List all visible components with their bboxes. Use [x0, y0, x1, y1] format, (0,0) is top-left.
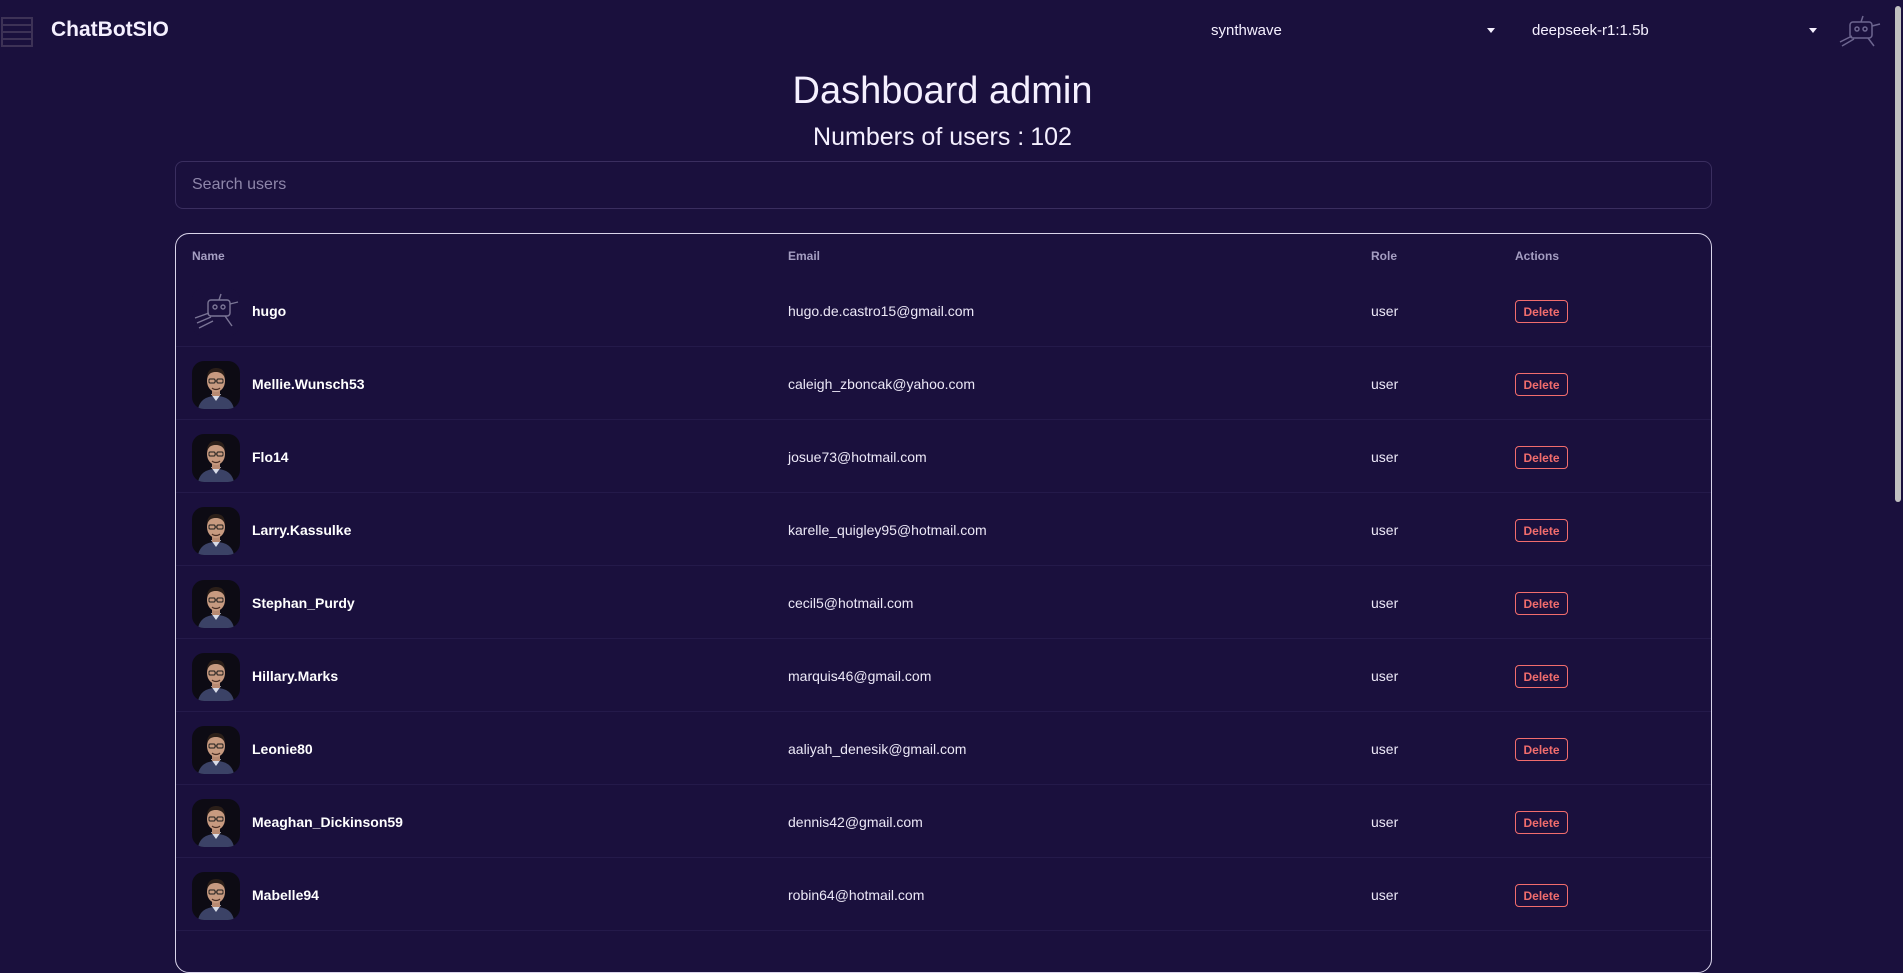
model-select[interactable]: deepseek-r1:1.5b	[1532, 18, 1817, 46]
search-users-input[interactable]	[175, 161, 1712, 209]
user-email: josue73@hotmail.com	[788, 449, 927, 465]
model-select-value: deepseek-r1:1.5b	[1532, 22, 1649, 39]
chevron-down-icon	[1809, 28, 1817, 33]
column-header-name: Name	[192, 249, 225, 263]
avatar-image	[192, 653, 240, 701]
user-avatar-robot-icon[interactable]	[1838, 12, 1882, 52]
avatar	[192, 872, 240, 920]
delete-user-button[interactable]: Delete	[1515, 738, 1568, 761]
scrollbar-thumb[interactable]	[1895, 6, 1901, 502]
avatar	[192, 507, 240, 555]
avatar-image	[192, 434, 240, 482]
avatar-image	[192, 507, 240, 555]
avatar	[192, 580, 240, 628]
avatar	[192, 726, 240, 774]
top-navbar: ChatBotSIO synthwave deepseek-r1:1.5b	[0, 0, 1893, 64]
user-name: Larry.Kassulke	[252, 522, 352, 538]
table-row: Meaghan_Dickinson59 dennis42@gmail.com use…	[176, 785, 1711, 858]
theme-select-value: synthwave	[1211, 22, 1282, 39]
column-header-role: Role	[1371, 249, 1398, 263]
user-email: marquis46@gmail.com	[788, 668, 932, 684]
user-email: hugo.de.castro15@gmail.com	[788, 303, 975, 319]
table-row: Leonie80 aaliyah_denesik@gmail.com user Del…	[176, 712, 1711, 785]
user-role: user	[1371, 814, 1399, 830]
user-role: user	[1371, 522, 1399, 538]
user-role: user	[1371, 887, 1399, 903]
user-name: Mabelle94	[252, 887, 319, 903]
chevron-down-icon	[1487, 28, 1495, 33]
delete-user-button[interactable]: Delete	[1515, 300, 1568, 323]
table-row: Hillary.Marks marquis46@gmail.com user Dele…	[176, 639, 1711, 712]
user-name: Hillary.Marks	[252, 668, 339, 684]
delete-user-button[interactable]: Delete	[1515, 592, 1568, 615]
delete-user-button[interactable]: Delete	[1515, 884, 1568, 907]
avatar	[192, 361, 240, 409]
user-count: Numbers of users :102	[0, 123, 1885, 152]
user-name: Meaghan_Dickinson59	[252, 814, 403, 830]
user-role: user	[1371, 741, 1399, 757]
column-header-actions: Actions	[1515, 249, 1560, 263]
user-role: user	[1371, 449, 1399, 465]
avatar-image	[192, 726, 240, 774]
user-email: aaliyah_denesik@gmail.com	[788, 741, 967, 757]
avatar-image	[192, 361, 240, 409]
avatar	[192, 799, 240, 847]
user-count-label: Numbers of users :	[813, 123, 1025, 151]
user-role: user	[1371, 668, 1399, 684]
theme-select[interactable]: synthwave	[1211, 18, 1495, 46]
delete-user-button[interactable]: Delete	[1515, 665, 1568, 688]
user-name: Stephan_Purdy	[252, 595, 355, 611]
user-count-value: 102	[1030, 123, 1072, 151]
page-title: Dashboard admin	[792, 70, 1093, 112]
avatar-image	[192, 872, 240, 920]
user-email: cecil5@hotmail.com	[788, 595, 914, 611]
avatar	[192, 434, 240, 482]
avatar-image	[192, 799, 240, 847]
users-table: Name Email Role Actions hugo hugo.de.cast…	[175, 233, 1712, 973]
user-role: user	[1371, 376, 1399, 392]
user-role: user	[1371, 303, 1399, 319]
table-row: Larry.Kassulke karelle_quigley95@hotmail.…	[176, 493, 1711, 566]
table-row: Mellie.Wunsch53 caleigh_zboncak@yahoo.com…	[176, 347, 1711, 420]
user-name: Leonie80	[252, 741, 313, 757]
user-name: Flo14	[252, 449, 289, 465]
user-name: Mellie.Wunsch53	[252, 376, 365, 392]
user-email: robin64@hotmail.com	[788, 887, 925, 903]
table-row: hugo hugo.de.castro15@gmail.com user Delete	[176, 274, 1711, 347]
avatar-image	[192, 288, 240, 336]
avatar	[192, 288, 240, 336]
table-row: Flo14 josue73@hotmail.com user Delete	[176, 420, 1711, 493]
user-email: caleigh_zboncak@yahoo.com	[788, 376, 975, 392]
menu-icon[interactable]	[0, 14, 36, 50]
table-row: Mabelle94 robin64@hotmail.com user Delete	[176, 858, 1711, 931]
delete-user-button[interactable]: Delete	[1515, 519, 1568, 542]
column-header-email: Email	[788, 249, 821, 263]
user-email: karelle_quigley95@hotmail.com	[788, 522, 987, 538]
page-scrollbar[interactable]	[1893, 0, 1903, 942]
avatar-image	[192, 580, 240, 628]
user-name: hugo	[252, 303, 287, 319]
user-role: user	[1371, 595, 1399, 611]
delete-user-button[interactable]: Delete	[1515, 373, 1568, 396]
table-row: Stephan_Purdy cecil5@hotmail.com user Delet…	[176, 566, 1711, 639]
delete-user-button[interactable]: Delete	[1515, 811, 1568, 834]
user-email: dennis42@gmail.com	[788, 814, 923, 830]
table-header: Name Email Role Actions	[176, 234, 1711, 274]
delete-user-button[interactable]: Delete	[1515, 446, 1568, 469]
brand-logo-text[interactable]: ChatBotSIO	[51, 18, 169, 42]
avatar	[192, 653, 240, 701]
